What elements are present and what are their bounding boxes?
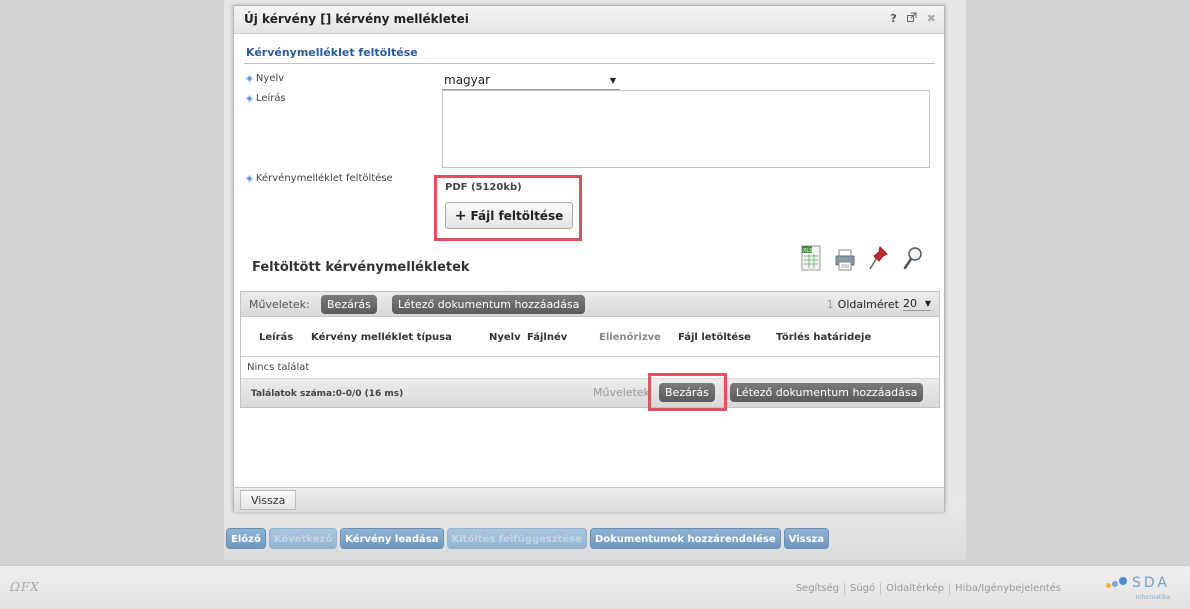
file-upload-button[interactable]: + Fájl feltöltése bbox=[445, 202, 573, 229]
sda-brand-text: SDA bbox=[1132, 575, 1170, 591]
upload-label: ◈ Kérvénymelléklet feltöltése bbox=[246, 173, 393, 184]
dialog-header-icons: ? ✖ bbox=[890, 12, 936, 25]
grid-actions-label: Műveletek: bbox=[249, 298, 310, 311]
sda-dots-icon bbox=[1106, 574, 1128, 592]
page-footer: ΩFX Segítség Súgó Oldaltérkép Hiba/Igény… bbox=[0, 565, 1190, 609]
footer-add-existing-document-button[interactable]: Létező dokumentum hozzáadása bbox=[730, 383, 924, 402]
page-size-label: Oldalméret bbox=[837, 297, 899, 311]
uploaded-attachments-title: Feltöltött kérvénymellékletek bbox=[252, 260, 470, 275]
description-label: ◈ Leírás bbox=[246, 93, 286, 104]
next-button[interactable]: Következő bbox=[268, 528, 338, 549]
svg-text:XLS: XLS bbox=[803, 248, 812, 254]
sda-logo: SDA bbox=[1106, 574, 1170, 592]
footer-link-guide[interactable]: Súgó bbox=[845, 583, 882, 595]
close-icon[interactable]: ✖ bbox=[927, 12, 936, 25]
attachments-grid: Műveletek: Bezárás Létező dokumentum hoz… bbox=[240, 291, 940, 408]
footer-link-sitemap[interactable]: Oldaltérkép bbox=[881, 583, 951, 595]
column-header[interactable]: Törlés határideje bbox=[776, 332, 871, 343]
footer-links: Segítség Súgó Oldaltérkép Hiba/Igénybeje… bbox=[791, 583, 1066, 595]
upload-highlight-box: PDF (5120kb) + Fájl feltöltése bbox=[434, 175, 582, 241]
footer-link-help[interactable]: Segítség bbox=[791, 583, 845, 595]
result-count: Találatok száma:0-0/0 (16 ms) bbox=[251, 389, 404, 399]
back-button[interactable]: Vissza bbox=[783, 528, 830, 549]
close-button-highlight-box bbox=[648, 373, 727, 411]
assign-documents-button[interactable]: Dokumentumok hozzárendelése bbox=[589, 528, 781, 549]
footer-actions-label: Műveletek bbox=[593, 386, 651, 399]
excel-export-icon[interactable]: XLS bbox=[800, 244, 822, 274]
upload-label-text: Kérvénymelléklet feltöltése bbox=[255, 173, 393, 184]
previous-button[interactable]: Előző bbox=[226, 528, 266, 549]
pager: 1 Oldalméret 20 ▼ bbox=[827, 297, 931, 311]
column-header[interactable]: Ellenőrizve bbox=[599, 332, 661, 343]
page-size-select[interactable]: 20 ▼ bbox=[903, 297, 931, 311]
section-divider bbox=[244, 63, 935, 64]
popout-icon[interactable] bbox=[906, 12, 917, 25]
section-title: Kérvénymelléklet feltöltése bbox=[246, 46, 418, 59]
grid-tools: XLS bbox=[800, 244, 924, 274]
grid-toolbar: Műveletek: Bezárás Létező dokumentum hoz… bbox=[241, 292, 939, 317]
footer-link-bug-report[interactable]: Hiba/Igénybejelentés bbox=[950, 583, 1066, 595]
dialog-back-button[interactable]: Vissza bbox=[240, 490, 297, 510]
column-header[interactable]: Nyelv bbox=[489, 332, 521, 343]
column-header[interactable]: Fájlnév bbox=[527, 332, 567, 343]
chevron-down-icon: ▼ bbox=[609, 76, 616, 85]
required-diamond-icon: ◈ bbox=[246, 93, 253, 104]
footer-logo: ΩFX bbox=[10, 580, 40, 594]
column-header[interactable]: Kérvény melléklet típusa bbox=[311, 332, 452, 343]
empty-result-row: Nincs találat bbox=[241, 357, 939, 379]
chevron-down-icon: ▼ bbox=[924, 299, 931, 308]
language-select[interactable]: magyar ▼ bbox=[442, 73, 620, 90]
required-diamond-icon: ◈ bbox=[246, 73, 253, 84]
grid-footer: Találatok száma:0-0/0 (16 ms) Műveletek … bbox=[241, 379, 939, 407]
plus-icon: + bbox=[454, 207, 467, 224]
grid-column-headers: Leírás Kérvény melléklet típusa Nyelv Fá… bbox=[241, 317, 939, 357]
dialog-footer: Vissza bbox=[234, 487, 944, 512]
attachments-dialog: Új kérvény [] kérvény mellékletei ? ✖ Ké… bbox=[233, 5, 945, 512]
dialog-title: Új kérvény [] kérvény mellékletei bbox=[244, 12, 469, 26]
language-label-text: Nyelv bbox=[255, 73, 285, 84]
search-icon[interactable] bbox=[902, 244, 924, 274]
language-select-value: magyar bbox=[444, 73, 491, 87]
upload-format-hint: PDF (5120kb) bbox=[445, 182, 522, 193]
grid-close-button[interactable]: Bezárás bbox=[321, 295, 377, 314]
suspend-filling-button[interactable]: Kitöltés felfüggesztése bbox=[446, 528, 587, 549]
description-label-text: Leírás bbox=[255, 93, 286, 104]
file-upload-button-label: Fájl feltöltése bbox=[470, 208, 564, 223]
add-existing-document-button[interactable]: Létező dokumentum hozzáadása bbox=[392, 295, 586, 314]
print-icon[interactable] bbox=[834, 244, 856, 274]
column-header[interactable]: Fájl letöltése bbox=[678, 332, 751, 343]
required-diamond-icon: ◈ bbox=[246, 173, 253, 184]
description-textarea[interactable] bbox=[442, 90, 930, 168]
wizard-button-bar: Előző Következő Kérvény leadása Kitöltés… bbox=[226, 528, 830, 549]
column-header[interactable]: Leírás bbox=[259, 332, 293, 343]
question-icon[interactable]: ? bbox=[890, 12, 896, 25]
page-size-value: 20 bbox=[903, 297, 917, 310]
sda-brand-subtext: Informatika bbox=[1135, 594, 1170, 601]
language-label: ◈ Nyelv bbox=[246, 73, 284, 84]
pin-icon[interactable] bbox=[868, 244, 890, 274]
page-number[interactable]: 1 bbox=[827, 298, 834, 311]
submit-request-button[interactable]: Kérvény leadása bbox=[340, 528, 444, 549]
dialog-header: Új kérvény [] kérvény mellékletei ? ✖ bbox=[234, 6, 944, 34]
